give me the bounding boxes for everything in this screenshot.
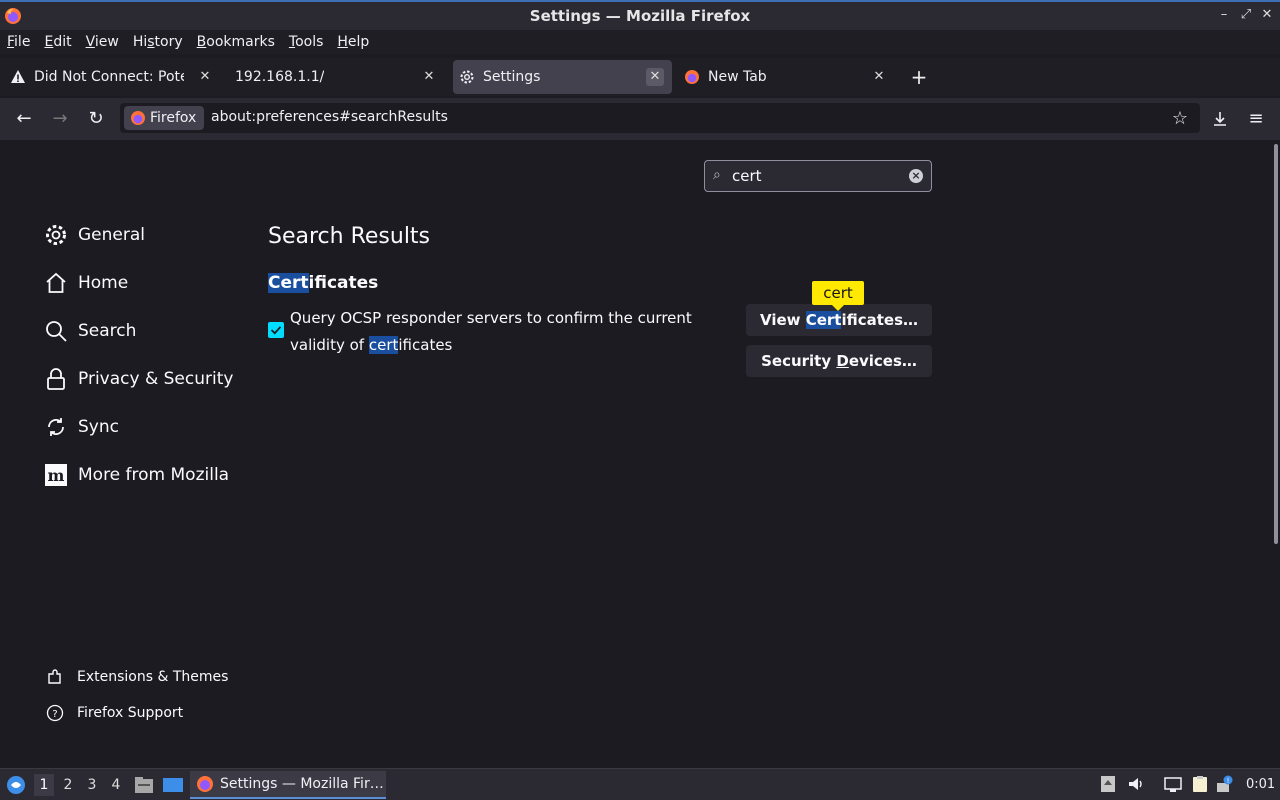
- help-icon: ?: [46, 704, 64, 722]
- clock: 0:01: [1246, 777, 1276, 792]
- tab-new-tab[interactable]: New Tab ✕: [678, 60, 896, 94]
- menu-hamburger-icon[interactable]: ≡: [1245, 108, 1267, 130]
- menu-edit[interactable]: Edit: [44, 34, 71, 50]
- firefox-icon: [685, 70, 699, 84]
- sidebar-item-sync[interactable]: Sync: [44, 412, 119, 442]
- window-titlebar: Settings — Mozilla Firefox – ⤢ ✕: [0, 0, 1280, 30]
- tab-settings[interactable]: Settings ✕: [453, 60, 672, 94]
- minimize-button[interactable]: –: [1216, 7, 1232, 22]
- sidebar-item-label: General: [78, 225, 145, 245]
- notification-icon[interactable]: !: [1216, 775, 1234, 793]
- tab-did-not-connect[interactable]: Did Not Connect: Potenti ✕: [4, 60, 222, 94]
- menu-tools[interactable]: Tools: [289, 34, 324, 50]
- menu-help[interactable]: Help: [337, 34, 369, 50]
- taskbar-firefox-window[interactable]: Settings — Mozilla Fir…: [190, 771, 386, 799]
- puzzle-icon: [48, 669, 61, 684]
- window-title: Settings — Mozilla Firefox: [529, 7, 751, 25]
- warning-icon: [11, 70, 25, 83]
- volume-icon[interactable]: [1127, 775, 1145, 793]
- sidebar-item-search[interactable]: Search: [44, 316, 136, 346]
- menu-file[interactable]: File: [7, 34, 30, 50]
- extensions-themes-link[interactable]: Extensions & Themes: [46, 668, 228, 686]
- clipboard-icon[interactable]: [1191, 775, 1209, 793]
- eject-icon[interactable]: [1099, 775, 1117, 793]
- tab-bar: Did Not Connect: Potenti ✕ 192.168.1.1/ …: [0, 58, 1280, 96]
- menu-view[interactable]: View: [86, 34, 119, 50]
- footer-label: Firefox Support: [77, 705, 184, 721]
- security-devices-button[interactable]: Security Devices…: [746, 345, 932, 377]
- sidebar-item-label: Privacy & Security: [78, 369, 234, 389]
- workspace-1[interactable]: 1: [34, 774, 54, 796]
- desktop-icon[interactable]: [162, 776, 184, 794]
- workspace-2[interactable]: 2: [58, 777, 78, 793]
- start-menu-icon[interactable]: [6, 775, 26, 795]
- close-tab-icon[interactable]: ✕: [646, 68, 664, 86]
- sidebar-item-more-from-mozilla[interactable]: m More from Mozilla: [44, 460, 229, 490]
- gear-icon: [460, 70, 474, 84]
- svg-text:!: !: [1227, 777, 1230, 785]
- sync-icon: [48, 418, 64, 436]
- page-title: Search Results: [268, 224, 431, 249]
- settings-search-input[interactable]: ⌕ cert ×: [704, 160, 932, 192]
- sidebar-item-general[interactable]: General: [44, 220, 145, 250]
- bookmark-star-icon[interactable]: ☆: [1169, 108, 1191, 130]
- menu-bookmarks[interactable]: Bookmarks: [197, 34, 275, 50]
- maximize-button[interactable]: ⤢: [1238, 7, 1254, 22]
- sidebar-item-label: Home: [78, 273, 129, 293]
- file-manager-icon[interactable]: [134, 776, 154, 794]
- back-button[interactable]: ←: [13, 108, 35, 130]
- search-icon: ⌕: [713, 167, 721, 183]
- sidebar-item-label: More from Mozilla: [78, 465, 230, 485]
- close-window-button[interactable]: ✕: [1259, 7, 1275, 22]
- lock-icon: [47, 368, 65, 390]
- sidebar-item-home[interactable]: Home: [44, 268, 128, 298]
- close-tab-icon[interactable]: ✕: [870, 68, 888, 86]
- firefox-support-link[interactable]: ? Firefox Support: [46, 704, 183, 722]
- search-icon: [46, 321, 67, 342]
- reload-button[interactable]: ↻: [85, 108, 107, 130]
- tab-router[interactable]: 192.168.1.1/ ✕: [228, 60, 446, 94]
- sidebar-item-label: Search: [78, 321, 137, 341]
- sidebar-item-label: Sync: [78, 417, 119, 437]
- identity-label: Firefox: [150, 110, 197, 126]
- certificates-heading: Certificates: [268, 273, 379, 293]
- tab-label: New Tab: [708, 69, 767, 85]
- firefox-icon: [131, 111, 145, 125]
- sidebar-item-privacy[interactable]: Privacy & Security: [44, 364, 233, 394]
- url-text[interactable]: about:preferences#searchResults: [211, 109, 448, 125]
- gear-icon: [46, 225, 66, 245]
- identity-box[interactable]: Firefox: [124, 106, 205, 130]
- forward-button[interactable]: →: [49, 108, 71, 130]
- workspace-3[interactable]: 3: [82, 777, 102, 793]
- ocsp-label[interactable]: Query OCSP responder servers to confirm …: [290, 305, 710, 359]
- close-tab-icon[interactable]: ✕: [420, 68, 438, 86]
- scrollbar[interactable]: [1274, 144, 1278, 544]
- menu-bar: File Edit View History Bookmarks Tools H…: [0, 30, 1280, 54]
- close-tab-icon[interactable]: ✕: [196, 68, 214, 86]
- new-tab-button[interactable]: +: [908, 66, 930, 88]
- ocsp-checkbox[interactable]: [268, 322, 284, 338]
- footer-label: Extensions & Themes: [77, 669, 229, 685]
- navigation-toolbar: ← → ↻ Firefox about:preferences#searchRe…: [0, 98, 1280, 140]
- tab-label: Did Not Connect: Potenti: [34, 69, 184, 85]
- menu-history[interactable]: History: [133, 34, 183, 50]
- firefox-icon: [197, 776, 213, 792]
- taskbar-window-label: Settings — Mozilla Fir…: [220, 776, 384, 792]
- home-icon: [46, 272, 66, 293]
- search-match-tooltip: cert: [812, 281, 864, 311]
- tab-label: Settings: [483, 69, 541, 85]
- url-bar[interactable]: Firefox about:preferences#searchResults: [120, 103, 1200, 133]
- workspace-4[interactable]: 4: [106, 777, 126, 793]
- downloads-icon[interactable]: [1209, 108, 1231, 130]
- settings-page: ⌕ cert × General Home Search Privacy & S…: [0, 140, 1280, 768]
- network-icon[interactable]: [1164, 775, 1182, 793]
- search-value: cert: [732, 167, 762, 185]
- tab-label: 192.168.1.1/: [235, 69, 325, 85]
- system-taskbar: 1 2 3 4 Settings — Mozilla Fir… ! 0:01: [0, 768, 1280, 800]
- clear-search-icon[interactable]: ×: [909, 169, 923, 183]
- svg-text:?: ?: [52, 709, 57, 720]
- mozilla-icon: m: [45, 464, 67, 486]
- svg-text:m: m: [48, 466, 65, 485]
